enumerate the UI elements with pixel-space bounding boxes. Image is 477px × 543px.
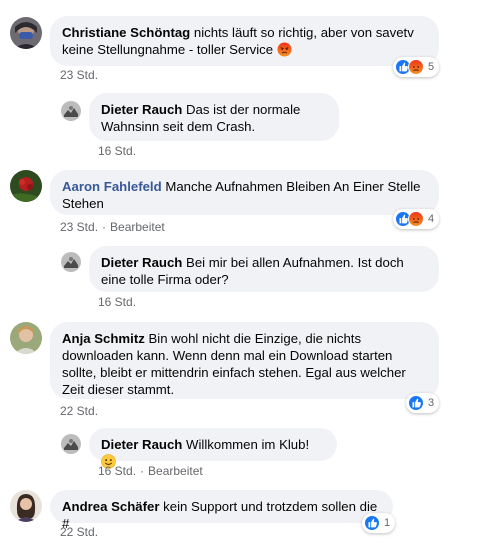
comment-meta: 16 Std. (98, 295, 136, 309)
like-icon (408, 395, 424, 411)
comment-meta: 16 Std. · Bearbeitet (98, 464, 203, 478)
avatar[interactable] (10, 17, 42, 49)
comment-timestamp[interactable]: 22 Std. (60, 525, 98, 539)
reaction-summary[interactable]: 5 (393, 57, 440, 77)
comment-bubble: Anja Schmitz Bin wohl nicht die Einzige,… (50, 322, 439, 399)
comment-meta: 22 Std. (60, 404, 98, 418)
comment-timestamp[interactable]: 22 Std. (60, 404, 98, 418)
avatar[interactable] (10, 322, 42, 354)
avatar[interactable] (61, 252, 81, 272)
edited-label[interactable]: Bearbeitet (110, 220, 165, 234)
reaction-count: 5 (428, 61, 435, 73)
comment-meta: 22 Std. (60, 525, 98, 539)
separator-dot: · (140, 464, 145, 478)
comment-timestamp[interactable]: 16 Std. (98, 464, 136, 478)
comment-text: Willkommen im Klub! (186, 437, 310, 452)
reaction-summary[interactable]: 1 (362, 513, 396, 533)
comment-timestamp[interactable]: 23 Std. (60, 220, 98, 234)
reaction-count: 4 (428, 213, 435, 225)
comment-bubble: Christiane Schöntag nichts läuft so rich… (50, 16, 439, 66)
comment-author[interactable]: Dieter Rauch (101, 437, 182, 452)
reaction-summary[interactable]: 4 (393, 209, 440, 229)
comment-meta: 23 Std. (60, 68, 98, 82)
comment-meta: 23 Std. · Bearbeitet (60, 220, 165, 234)
like-icon (364, 515, 380, 531)
angry-icon (408, 59, 424, 75)
avatar[interactable] (61, 434, 81, 454)
separator-dot: · (102, 220, 107, 234)
comment-timestamp[interactable]: 16 Std. (98, 144, 136, 158)
comment-author[interactable]: Dieter Rauch (101, 255, 182, 270)
comment-bubble: Dieter Rauch Bei mir bei allen Aufnahmen… (89, 246, 439, 292)
comment-author[interactable]: Dieter Rauch (101, 102, 182, 117)
reaction-count: 1 (384, 517, 391, 529)
angry-icon (408, 211, 424, 227)
comment-bubble: Dieter Rauch Willkommen im Klub! (89, 428, 337, 469)
avatar[interactable] (10, 170, 42, 202)
comment-author[interactable]: Aaron Fahlefeld (62, 179, 162, 194)
comment-bubble: Andrea Schäfer kein Support und trotzdem… (50, 490, 393, 531)
comment-author[interactable]: Andrea Schäfer (62, 499, 159, 514)
angry-emoji-icon (277, 42, 292, 61)
avatar[interactable] (61, 101, 81, 121)
avatar[interactable] (10, 490, 42, 522)
comment-meta: 16 Std. (98, 144, 136, 158)
edited-label[interactable]: Bearbeitet (148, 464, 203, 478)
reaction-summary[interactable]: 3 (406, 393, 440, 413)
comment-author[interactable]: Christiane Schöntag (62, 25, 190, 40)
reaction-count: 3 (428, 397, 435, 409)
comment-timestamp[interactable]: 23 Std. (60, 68, 98, 82)
comment-author[interactable]: Anja Schmitz (62, 331, 145, 346)
comment-bubble: Dieter Rauch Das ist der normale Wahnsin… (89, 93, 339, 141)
comment-bubble: Aaron Fahlefeld Manche Aufnahmen Bleiben… (50, 170, 439, 215)
comment-timestamp[interactable]: 16 Std. (98, 295, 136, 309)
